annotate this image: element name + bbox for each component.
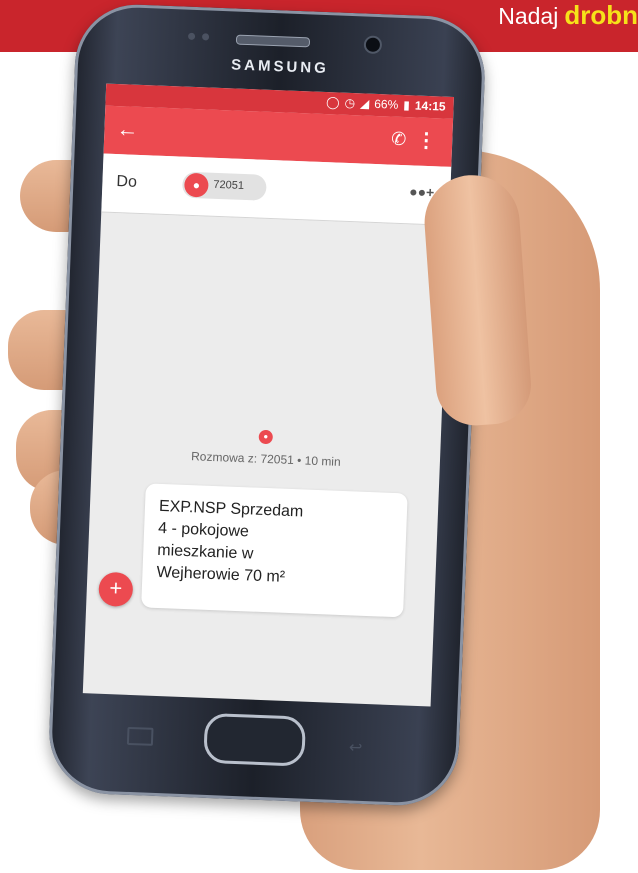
arrow-left-icon[interactable]: ← xyxy=(116,116,139,143)
phone-brand: SAMSUNG xyxy=(230,56,330,78)
add-attachment-button[interactable]: + xyxy=(98,571,134,607)
recipient-row: Do ● 72051 ●●+ xyxy=(101,153,452,226)
banner-highlight: drobn xyxy=(564,0,638,30)
phone-screen: ◯ ◷ ◢ 66% ▮ 14:15 ← ✆ ⋮ Do ● 72051 ●●+ ●… xyxy=(82,83,454,707)
status-time: 14:15 xyxy=(414,98,446,114)
hand-thumb xyxy=(421,171,534,429)
earpiece-speaker xyxy=(235,34,311,48)
vibrate-icon: ◯ xyxy=(325,95,340,110)
contact-avatar-icon: ● xyxy=(183,172,209,198)
battery-percent: 66% xyxy=(374,96,399,112)
recipient-label: Do xyxy=(116,173,138,191)
alarm-icon: ◷ xyxy=(344,95,356,111)
phone-icon[interactable]: ✆ xyxy=(391,129,407,151)
status-icons: ◯ ◷ ◢ 66% ▮ 14:15 xyxy=(326,95,446,114)
conversation-avatar-icon: ● xyxy=(258,429,274,445)
recent-apps-key[interactable] xyxy=(126,726,154,746)
front-camera xyxy=(363,35,383,55)
recipient-chip[interactable]: ● 72051 xyxy=(181,171,267,201)
banner-prefix: Nadaj xyxy=(498,3,559,29)
battery-icon: ▮ xyxy=(403,98,411,113)
light-sensor xyxy=(201,33,210,41)
message-bubble: EXP.NSP Sprzedam 4 - pokojowe mieszkanie… xyxy=(141,483,408,618)
smartphone: SAMSUNG ◯ ◷ ◢ 66% ▮ 14:15 ← ✆ ⋮ Do ● 720… xyxy=(46,2,488,808)
back-key-icon[interactable]: ↩ xyxy=(349,737,363,757)
recipient-number: 72051 xyxy=(213,178,245,192)
conversation-info: Rozmowa z: 72051 • 10 min xyxy=(190,449,341,469)
message-text: EXP.NSP Sprzedam 4 - pokojowe mieszkanie… xyxy=(156,497,304,586)
banner-text: Nadaj drobn xyxy=(498,0,638,30)
signal-icon: ◢ xyxy=(359,96,370,111)
proximity-sensor xyxy=(187,32,196,40)
home-button[interactable] xyxy=(203,712,307,767)
more-vertical-icon[interactable]: ⋮ xyxy=(416,128,437,154)
